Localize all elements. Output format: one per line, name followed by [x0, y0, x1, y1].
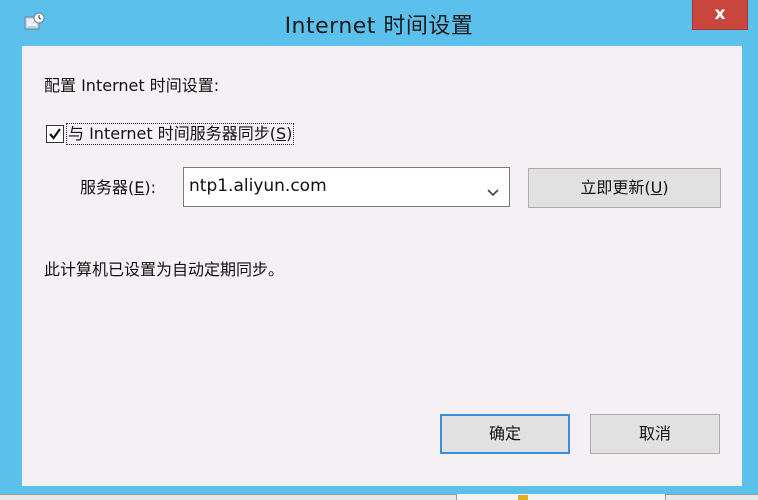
server-accelerator: E: [134, 178, 145, 197]
close-button[interactable]: x: [692, 0, 748, 30]
update-accelerator: U: [650, 178, 663, 197]
checkmark-icon: [49, 128, 61, 140]
dialog-body: 配置 Internet 时间设置: 与 Internet 时间服务器同步(S) …: [22, 46, 742, 486]
ok-button[interactable]: 确定: [440, 414, 570, 454]
update-now-button[interactable]: 立即更新(U): [528, 168, 721, 208]
sync-label-close: ): [286, 124, 293, 143]
update-label-close: ): [662, 178, 669, 197]
sync-option[interactable]: 与 Internet 时间服务器同步(S): [46, 122, 295, 146]
server-label-close: ):: [144, 178, 156, 197]
server-label-text: 服务器(: [80, 178, 135, 197]
server-label: 服务器(E):: [80, 174, 156, 198]
server-combobox[interactable]: ntp1.aliyun.com: [183, 167, 510, 207]
server-value[interactable]: ntp1.aliyun.com: [189, 176, 327, 196]
sync-label-text: 与 Internet 时间服务器同步(: [68, 124, 276, 143]
chevron-down-icon[interactable]: [487, 182, 499, 197]
dialog-window: Internet 时间设置 x 配置 Internet 时间设置: 与 Inte…: [0, 0, 758, 494]
cancel-button[interactable]: 取消: [590, 414, 720, 454]
sync-label[interactable]: 与 Internet 时间服务器同步(S): [66, 123, 295, 145]
title-bar[interactable]: Internet 时间设置 x: [0, 0, 758, 46]
update-label-text: 立即更新(: [580, 178, 651, 197]
sync-accelerator: S: [275, 124, 287, 143]
dialog-title: Internet 时间设置: [284, 14, 474, 39]
status-text: 此计算机已设置为自动定期同步。: [44, 260, 285, 279]
section-heading: 配置 Internet 时间设置:: [44, 76, 220, 95]
sync-checkbox[interactable]: [46, 125, 64, 143]
folder-icon: [518, 495, 528, 500]
background-window-fragment: [456, 494, 666, 500]
